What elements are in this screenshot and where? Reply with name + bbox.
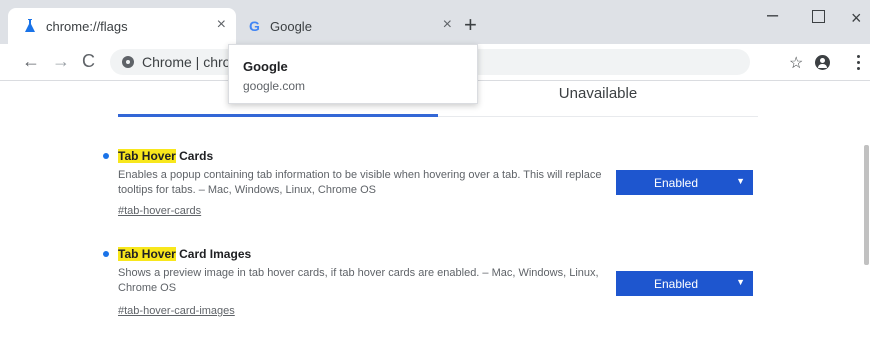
close-window-button[interactable]: × [851, 8, 862, 29]
flag-select[interactable]: Enabled ▼ [616, 170, 753, 195]
tab-google[interactable]: G Google × [236, 8, 462, 44]
reload-button[interactable]: C [82, 51, 95, 71]
select-value: Enabled [653, 176, 699, 190]
tab-hover-card: Google google.com [228, 44, 478, 104]
bullet-dot [103, 251, 109, 257]
tab-strip: chrome://flags × G Google × + – × [0, 0, 870, 44]
chrome-icon [122, 56, 134, 68]
bullet-dot [103, 153, 109, 159]
flag-description: Shows a preview image in tab hover cards… [118, 267, 599, 294]
flag-title: Tab Hover Card Images [118, 247, 251, 261]
flag-link[interactable]: #tab-hover-card-images [118, 305, 235, 317]
google-g-icon: G [249, 18, 260, 34]
back-button[interactable]: ← [22, 51, 40, 71]
new-tab-button[interactable]: + [464, 14, 477, 36]
flag-title-rest: Cards [175, 149, 214, 163]
dropdown-caret-icon: ▼ [736, 176, 745, 186]
tab-title: Google [270, 19, 312, 34]
flag-title-rest: Card Images [175, 247, 252, 261]
dropdown-caret-icon: ▼ [736, 277, 745, 287]
close-tab-icon[interactable]: × [443, 17, 452, 33]
tab-unavailable[interactable]: Unavailable [438, 82, 758, 116]
tab-title: chrome://flags [46, 19, 128, 34]
flag-select[interactable]: Enabled ▼ [616, 271, 753, 296]
minimize-button[interactable]: – [767, 4, 778, 27]
flask-icon [25, 19, 35, 32]
menu-dots-icon[interactable] [857, 55, 860, 73]
hover-card-title: Google [243, 59, 288, 74]
search-highlight: Tab Hover [118, 247, 176, 261]
flag-link[interactable]: #tab-hover-cards [118, 205, 201, 217]
hover-card-domain: google.com [243, 79, 306, 93]
flag-title: Tab Hover Cards [118, 149, 213, 163]
close-tab-icon[interactable]: × [217, 17, 226, 33]
svg-text:G: G [249, 18, 260, 34]
scrollbar[interactable] [864, 145, 869, 265]
tab-flags[interactable]: chrome://flags × [8, 8, 236, 44]
search-highlight: Tab Hover [118, 149, 176, 163]
maximize-button[interactable] [812, 10, 825, 23]
flag-description: Enables a popup containing tab informati… [118, 169, 602, 196]
bookmark-star-icon[interactable]: ☆ [789, 53, 803, 73]
select-value: Enabled [653, 277, 699, 291]
account-icon[interactable] [815, 55, 830, 70]
forward-button[interactable]: → [52, 51, 70, 71]
